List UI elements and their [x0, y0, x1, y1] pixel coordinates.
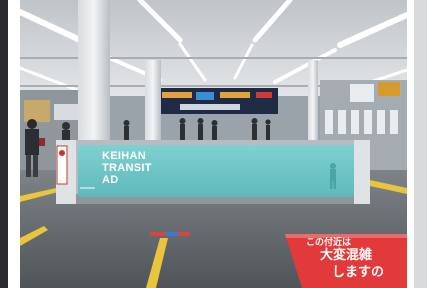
- station-concourse-photo: KEIHAN TRANSIT AD この付近は 大変混雑 しますの: [20, 0, 407, 288]
- floor-sign-line-3: しますの: [332, 265, 385, 280]
- floor-marking: [166, 232, 178, 236]
- signboard-segment: [256, 92, 272, 98]
- pillar-left: [78, 0, 110, 150]
- signboard-segment: [162, 92, 192, 98]
- ad-line-2: TRANSIT: [102, 162, 152, 174]
- overhead-signboard: [156, 88, 278, 114]
- pillar-center: [145, 60, 161, 144]
- right-panel: [350, 84, 374, 102]
- floor-sign-line-2: 大変混雑: [320, 248, 373, 263]
- ad-line-3: AD: [102, 174, 119, 186]
- photo-frame: KEIHAN TRANSIT AD この付近は 大変混雑 しますの: [0, 0, 427, 288]
- floor-sign-line-1: この付近は: [306, 238, 352, 248]
- barrier-end-right: [354, 140, 370, 204]
- left-neighbor-photo-edge: [0, 0, 8, 288]
- ad-line-1: KEIHAN: [102, 150, 146, 162]
- signboard-segment: [220, 92, 250, 98]
- right-sign-orange: [378, 82, 400, 96]
- signboard-segment: [180, 104, 240, 110]
- left-shop-sign: [24, 100, 50, 122]
- right-neighbor-photo-edge: [414, 0, 427, 288]
- no-entry-icon: [59, 150, 65, 156]
- ad-text-block: KEIHAN TRANSIT AD: [102, 150, 152, 186]
- pillar-right: [308, 60, 318, 140]
- signboard-segment: [196, 92, 214, 100]
